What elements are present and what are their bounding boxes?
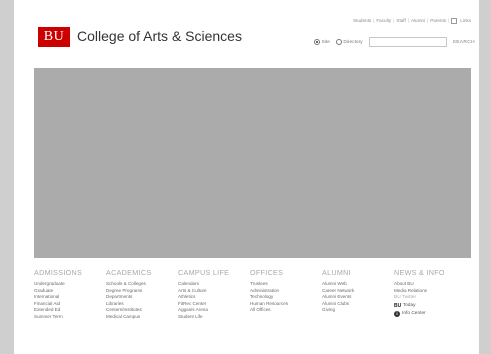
bu-today-link[interactable]: BU Today (394, 302, 466, 310)
header: BU College of Arts & Sciences Students | … (14, 0, 479, 68)
info-icon: i (394, 311, 400, 317)
utility-link-staff[interactable]: Staff (394, 18, 407, 24)
column-title[interactable]: CAMPUS LIFE (178, 268, 250, 277)
column-title[interactable]: OFFICES (250, 268, 322, 277)
utility-link-students[interactable]: Students (351, 18, 373, 24)
site-radio-label: Site (321, 39, 330, 45)
utility-link-parents[interactable]: Parents (428, 18, 448, 24)
bu-logo[interactable]: BU (38, 27, 70, 47)
footer-link[interactable]: Medical Campus (106, 314, 178, 321)
footer-link[interactable]: Giving (322, 307, 394, 314)
column-title[interactable]: ADMISSIONS (34, 268, 106, 277)
college-name[interactable]: College of Arts & Sciences (77, 28, 242, 44)
footer-column-news-info: NEWS & INFO About BU Media Relations BU … (394, 268, 466, 354)
column-title[interactable]: ALUMNI (322, 268, 394, 277)
bu-today-brand: BU (394, 303, 402, 309)
footer-column-alumni: ALUMNI Alumni Web Career Network Alumni … (322, 268, 394, 354)
utility-link-links[interactable]: Links (449, 18, 475, 24)
bu-twitter-link[interactable]: BU Twitter (394, 294, 466, 302)
search-bar: Site Directory SEARCH (314, 37, 475, 47)
utility-link-alumni[interactable]: Alumni (409, 18, 427, 24)
footer-link[interactable]: All Offices (250, 307, 322, 314)
footer-nav: ADMISSIONS Undergraduate Graduate Intern… (34, 268, 479, 354)
footer-link[interactable]: Student Life (178, 314, 250, 321)
footer-column-campus-life: CAMPUS LIFE Calendars Arts & Culture Ath… (178, 268, 250, 354)
footer-column-admissions: ADMISSIONS Undergraduate Graduate Intern… (34, 268, 106, 354)
links-label: Links (460, 18, 471, 24)
footer-link[interactable]: Summer Term (34, 314, 106, 321)
info-center-label: Info Center (402, 311, 426, 316)
utility-nav: Students | Faculty | Staff | Alumni | Parent… (351, 18, 475, 24)
column-title[interactable]: NEWS & INFO (394, 268, 466, 277)
directory-radio-label: Directory (343, 39, 363, 45)
search-button[interactable]: SEARCH (453, 40, 475, 45)
site-radio[interactable] (314, 39, 321, 45)
page: BU College of Arts & Sciences Students | … (14, 0, 479, 354)
utility-link-faculty[interactable]: Faculty (374, 18, 393, 24)
lock-icon (451, 18, 458, 24)
info-center-link[interactable]: i Info Center (394, 310, 466, 318)
search-input[interactable] (368, 37, 447, 47)
hero-image (34, 68, 471, 258)
directory-radio[interactable] (335, 39, 342, 45)
footer-column-offices: OFFICES Trustees Administration Technolo… (250, 268, 322, 354)
bu-today-label: Today (402, 303, 416, 308)
column-title[interactable]: ACADEMICS (106, 268, 178, 277)
footer-column-academics: ACADEMICS Schools & Colleges Degree Prog… (106, 268, 178, 354)
